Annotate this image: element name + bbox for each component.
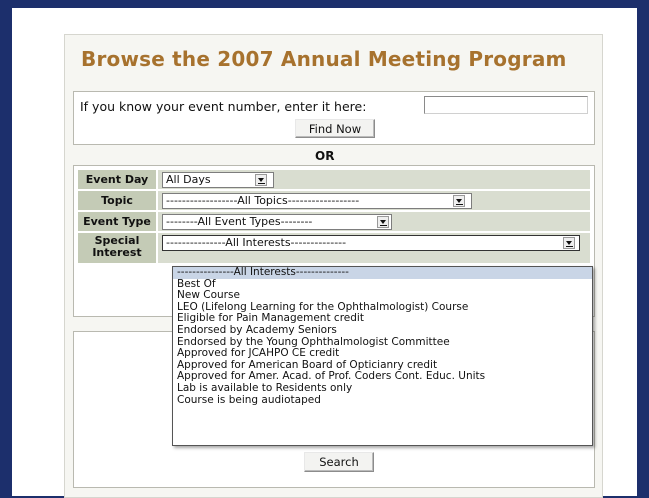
topic-label: Topic	[78, 191, 156, 210]
special-interest-value: ---------------All Interests------------…	[166, 236, 347, 249]
find-event-box: If you know your event number, enter it …	[73, 91, 595, 145]
event-type-select[interactable]: --------All Event Types--------	[162, 214, 392, 230]
topic-value: ------------------All Topics------------…	[166, 194, 360, 207]
dropdown-option[interactable]: Lab is available to Residents only	[173, 382, 592, 395]
dropdown-arrow-icon[interactable]	[377, 216, 389, 228]
dropdown-arrow-icon[interactable]	[255, 174, 267, 186]
find-now-button[interactable]: Find Now	[295, 119, 375, 138]
dropdown-arrow-icon[interactable]	[563, 237, 575, 249]
dropdown-option[interactable]: Course is being audiotaped	[173, 394, 592, 407]
special-interest-dropdown-list[interactable]: ---------------All Interests------------…	[172, 266, 593, 446]
or-separator: OR	[315, 149, 335, 163]
special-interest-label: Special Interest	[78, 233, 156, 263]
event-number-input[interactable]	[424, 96, 588, 114]
page: Browse the 2007 Annual Meeting Program I…	[12, 8, 637, 498]
event-number-label: If you know your event number, enter it …	[80, 99, 367, 114]
event-day-cell: All Days	[158, 170, 590, 189]
special-interest-select[interactable]: ---------------All Interests------------…	[162, 235, 580, 251]
special-interest-cell: ---------------All Interests------------…	[158, 233, 590, 263]
dropdown-option[interactable]: Approved for JCAHPO CE credit	[173, 348, 592, 360]
special-interest-label-line2: Interest	[92, 246, 142, 259]
event-type-cell: --------All Event Types--------	[158, 212, 590, 231]
event-day-select[interactable]: All Days	[162, 172, 274, 188]
event-day-value: All Days	[166, 173, 211, 186]
topic-cell: ------------------All Topics------------…	[158, 191, 590, 210]
dropdown-option[interactable]: ---------------All Interests------------…	[173, 266, 592, 279]
event-type-label: Event Type	[78, 212, 156, 231]
page-title: Browse the 2007 Annual Meeting Program	[81, 47, 567, 71]
event-day-label: Event Day	[78, 170, 156, 189]
event-type-value: --------All Event Types--------	[166, 215, 313, 228]
dropdown-option[interactable]: Endorsed by Academy Seniors	[173, 324, 592, 337]
dropdown-arrow-icon[interactable]	[453, 195, 465, 207]
topic-select[interactable]: ------------------All Topics------------…	[162, 193, 472, 209]
search-button[interactable]: Search	[304, 452, 374, 472]
